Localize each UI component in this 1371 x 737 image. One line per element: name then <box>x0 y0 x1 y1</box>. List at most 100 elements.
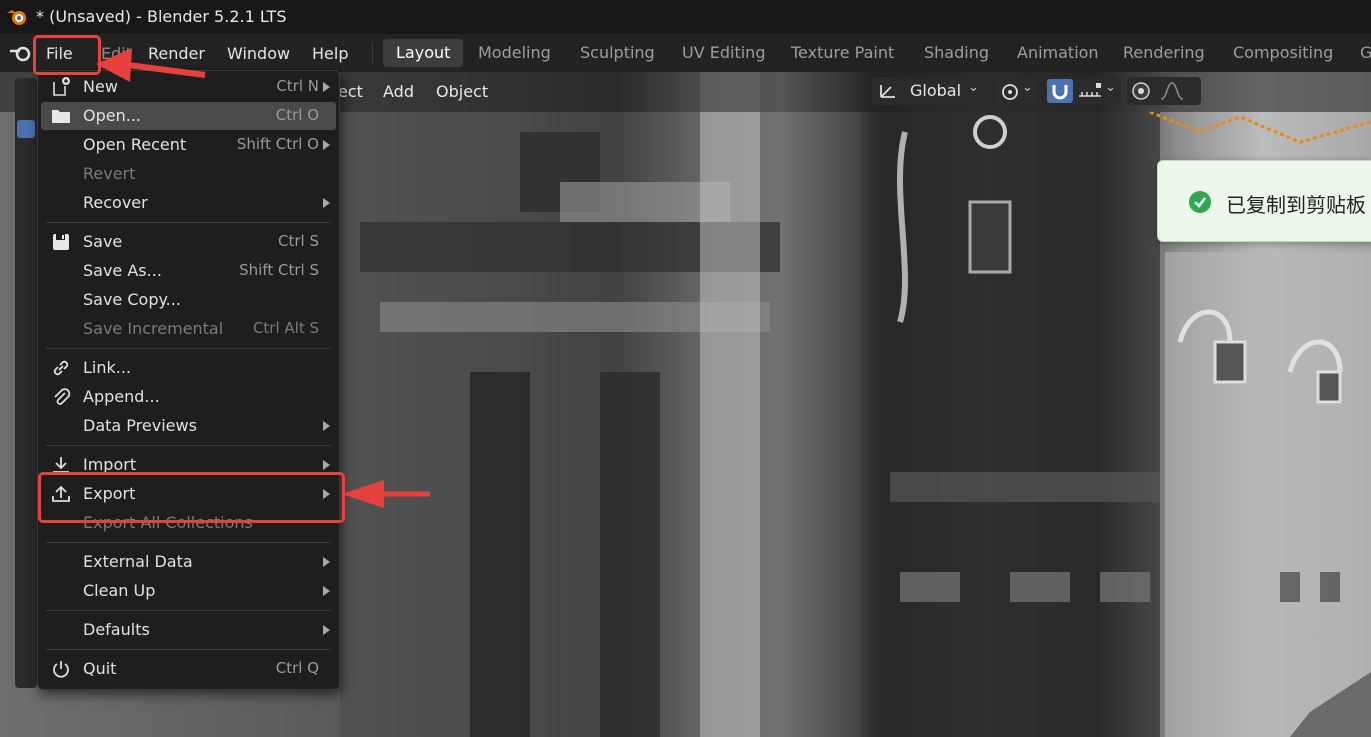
menu-item-open[interactable]: Open... Ctrl O <box>41 102 336 130</box>
menu-help[interactable]: Help <box>312 44 348 63</box>
tab-uv-editing[interactable]: UV Editing <box>669 39 778 67</box>
tab-shading[interactable]: Shading <box>911 39 1002 67</box>
window-title: * (Unsaved) - Blender 5.2.1 LTS <box>36 7 287 26</box>
chevron-down-icon: ⌄ <box>968 80 979 95</box>
submenu-arrow-icon <box>323 625 330 635</box>
submenu-arrow-icon <box>323 421 330 431</box>
blender-logo-icon <box>7 10 26 25</box>
menu-item-shortcut: Ctrl O <box>275 106 319 124</box>
submenu-arrow-icon <box>323 198 330 208</box>
menu-divider <box>46 610 331 611</box>
title-bar: * (Unsaved) - Blender 5.2.1 LTS <box>0 0 1371 34</box>
menu-item-defaults[interactable]: Defaults <box>38 616 339 644</box>
blender-menu-icon[interactable] <box>8 43 32 63</box>
menu-item-data-previews[interactable]: Data Previews <box>38 412 339 440</box>
menu-item-shortcut: Shift Ctrl O <box>236 135 319 153</box>
file-menu-highlight-box <box>33 35 101 75</box>
menu-item-new[interactable]: New Ctrl N <box>38 73 339 101</box>
menu-item-label: Clean Up <box>83 581 156 600</box>
menu-window[interactable]: Window <box>227 44 290 63</box>
transform-orientation-dropdown[interactable]: Global ⌄ <box>872 77 986 105</box>
submenu-arrow-icon <box>323 460 330 470</box>
tab-animation[interactable]: Animation <box>1004 39 1112 67</box>
pivot-icon <box>1002 84 1018 100</box>
proportional-editing-toggle[interactable] <box>1127 77 1201 105</box>
tab-sculpting[interactable]: Sculpting <box>567 39 668 67</box>
top-menu-bar: File Edit Render Window Help Layout Mode… <box>0 34 1371 72</box>
menu-item-external-data[interactable]: External Data <box>38 548 339 576</box>
submenu-arrow-icon <box>323 140 330 150</box>
menu-item-clean-up[interactable]: Clean Up <box>38 577 339 605</box>
menu-item-label: Data Previews <box>83 416 197 435</box>
menu-object[interactable]: Object <box>436 82 488 101</box>
tool-shelf <box>15 78 37 688</box>
menu-item-label: Save As... <box>83 261 162 280</box>
select-box-tool[interactable] <box>17 120 35 138</box>
menu-item-shortcut: Shift Ctrl S <box>239 261 319 279</box>
folder-icon <box>52 110 70 123</box>
tab-more[interactable]: G <box>1347 39 1371 67</box>
menu-divider <box>46 445 331 446</box>
menu-item-link[interactable]: Link... <box>38 354 339 382</box>
file-menu-dropdown: New Ctrl N Open... Ctrl O Open Recent Sh… <box>37 70 340 690</box>
menu-item-save-as[interactable]: Save As... Shift Ctrl S <box>38 257 339 285</box>
menu-item-save[interactable]: Save Ctrl S <box>38 228 339 256</box>
menu-item-label: Append... <box>83 387 160 406</box>
proportional-editing-icon <box>1132 82 1150 100</box>
menu-divider <box>46 222 331 223</box>
menu-divider <box>46 542 331 543</box>
menu-item-label: New <box>83 77 118 96</box>
new-file-icon <box>53 77 70 96</box>
menu-render[interactable]: Render <box>148 44 205 63</box>
snap-toggle[interactable]: ⌄ <box>1045 77 1121 105</box>
submenu-arrow-icon <box>323 557 330 567</box>
menu-item-label: Save <box>83 232 123 251</box>
pivot-point-dropdown[interactable]: ⌄ <box>994 77 1038 105</box>
menu-item-recover[interactable]: Recover <box>38 189 339 217</box>
menu-item-shortcut: Ctrl Alt S <box>252 319 319 337</box>
tab-compositing[interactable]: Compositing <box>1220 39 1346 67</box>
toast-message: 已复制到剪贴板 <box>1226 193 1366 217</box>
menu-item-label: Quit <box>83 659 117 678</box>
menu-item-label: Link... <box>83 358 132 377</box>
menu-item-append[interactable]: Append... <box>38 383 339 411</box>
tab-layout[interactable]: Layout <box>383 39 464 67</box>
tab-rendering[interactable]: Rendering <box>1110 39 1218 67</box>
menu-item-quit[interactable]: Quit Ctrl Q <box>38 655 339 683</box>
magnet-icon <box>1047 79 1073 103</box>
checkmark-icon <box>1189 191 1211 213</box>
paperclip-icon <box>54 388 71 405</box>
orientation-label: Global <box>910 81 962 100</box>
menu-edit[interactable]: Edit <box>101 44 132 63</box>
link-icon <box>53 360 69 376</box>
falloff-curve-icon <box>1160 82 1184 100</box>
menu-item-label: Open Recent <box>83 135 187 154</box>
tab-modeling[interactable]: Modeling <box>465 39 564 67</box>
tab-texture-paint[interactable]: Texture Paint <box>778 39 907 67</box>
menu-item-shortcut: Ctrl Q <box>275 659 319 677</box>
snap-increment-icon <box>1079 83 1101 97</box>
menu-item-revert[interactable]: Revert <box>38 160 339 188</box>
menu-item-label: External Data <box>83 552 193 571</box>
menu-item-label: Revert <box>83 164 136 183</box>
chevron-down-icon: ⌄ <box>1105 80 1116 95</box>
menu-item-open-recent[interactable]: Open Recent Shift Ctrl O <box>38 131 339 159</box>
submenu-arrow-icon <box>323 82 330 92</box>
menu-item-save-copy[interactable]: Save Copy... <box>38 286 339 314</box>
menu-item-label: Save Copy... <box>83 290 181 309</box>
export-highlight-box <box>38 472 345 523</box>
menu-divider <box>46 649 331 650</box>
menu-add[interactable]: Add <box>383 82 414 101</box>
save-icon <box>53 234 69 250</box>
menu-item-save-incremental[interactable]: Save Incremental Ctrl Alt S <box>38 315 339 343</box>
menu-item-label: Defaults <box>83 620 150 639</box>
submenu-arrow-icon <box>323 586 330 596</box>
chevron-down-icon: ⌄ <box>1022 80 1033 95</box>
menu-select[interactable]: ect <box>338 82 363 101</box>
menu-item-shortcut: Ctrl S <box>278 232 319 250</box>
menu-item-label: Save Incremental <box>83 319 224 338</box>
menu-separator <box>372 42 373 64</box>
menu-item-shortcut: Ctrl N <box>276 77 319 95</box>
clipboard-toast: 已复制到剪贴板 <box>1157 160 1371 242</box>
menu-item-label: Recover <box>83 193 148 212</box>
